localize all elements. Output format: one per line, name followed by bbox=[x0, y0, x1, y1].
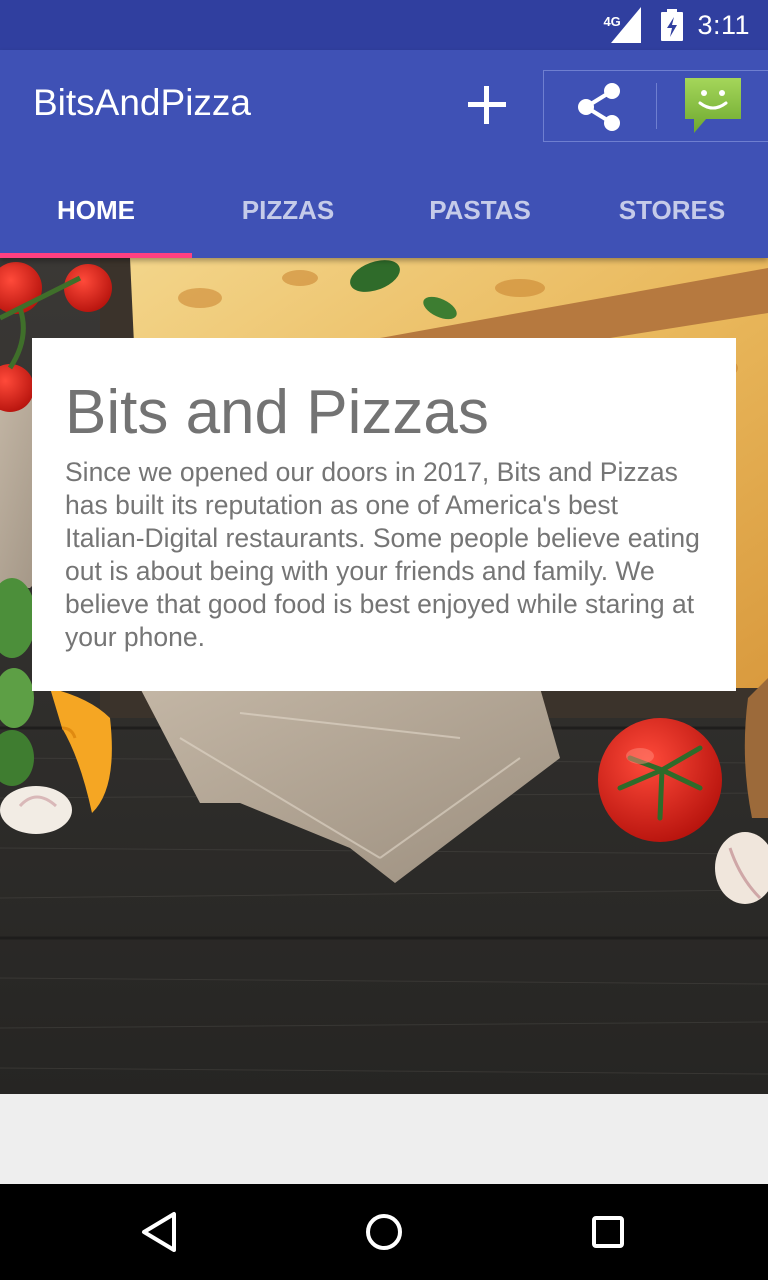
share-button[interactable] bbox=[572, 79, 628, 135]
tab-label: PIZZAS bbox=[241, 194, 335, 225]
clock: 3:11 bbox=[697, 9, 750, 40]
message-icon bbox=[685, 78, 741, 133]
action-group bbox=[543, 70, 768, 142]
tab-label: STORES bbox=[618, 194, 726, 225]
app-bar: BitsAndPizza HOME PIZZAS PASTAS STORES bbox=[0, 50, 768, 258]
navigation-bar bbox=[0, 1184, 768, 1280]
status-icons: 4G 3:11 bbox=[603, 0, 750, 50]
tab-pastas[interactable]: PASTAS bbox=[384, 162, 576, 258]
battery-icon bbox=[661, 9, 684, 41]
action-divider bbox=[656, 83, 657, 129]
share-icon bbox=[578, 83, 620, 131]
app-title: BitsAndPizza bbox=[33, 82, 251, 123]
tab-stores[interactable]: STORES bbox=[576, 162, 768, 258]
tab-label: PASTAS bbox=[429, 194, 531, 225]
back-button[interactable] bbox=[136, 1208, 184, 1256]
recents-button[interactable] bbox=[584, 1208, 632, 1256]
tab-indicator bbox=[0, 253, 192, 258]
card-title: Bits and Pizzas bbox=[65, 378, 489, 447]
network-type: 4G bbox=[603, 14, 621, 29]
status-bar: 4G 3:11 bbox=[0, 0, 768, 50]
tab-bar: HOME PIZZAS PASTAS STORES bbox=[0, 162, 768, 258]
card-body: Since we opened our doors in 2017, Bits … bbox=[65, 457, 700, 652]
tab-pizzas[interactable]: PIZZAS bbox=[192, 162, 384, 258]
signal-icon: 4G bbox=[603, 5, 647, 45]
tab-label: HOME bbox=[57, 194, 135, 225]
add-icon bbox=[468, 86, 506, 124]
home-button[interactable] bbox=[360, 1208, 408, 1256]
recents-icon bbox=[592, 1216, 624, 1248]
back-icon bbox=[142, 1212, 176, 1252]
add-button[interactable] bbox=[462, 80, 512, 130]
message-button[interactable] bbox=[682, 75, 744, 137]
home-icon bbox=[366, 1214, 402, 1250]
tab-home[interactable]: HOME bbox=[0, 162, 192, 258]
info-card: Bits and Pizzas Since we opened our door… bbox=[32, 338, 736, 691]
